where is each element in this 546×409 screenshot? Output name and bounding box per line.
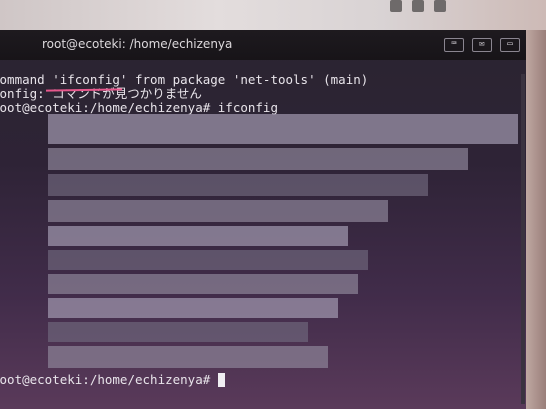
- window-title: root@ecoteki: /home/echizenya: [42, 37, 233, 51]
- mail-icon[interactable]: ✉: [472, 38, 492, 52]
- terminal-line: root@ecoteki:/home/echizenya# ifconfig: [0, 100, 278, 115]
- desk-object: [390, 0, 402, 12]
- laptop-screen: root@ecoteki: /home/echizenya ⌨ ✉ ▭ comm…: [0, 30, 526, 409]
- desk-object: [412, 0, 424, 12]
- keyboard-icon[interactable]: ⌨: [444, 38, 464, 52]
- battery-icon[interactable]: ▭: [500, 38, 520, 52]
- screen-bezel: [526, 30, 546, 409]
- terminal-titlebar[interactable]: root@ecoteki: /home/echizenya ⌨ ✉ ▭: [0, 30, 526, 60]
- terminal-line: command 'ifconfig' from package 'net-too…: [0, 72, 369, 87]
- desk-object: [434, 0, 446, 12]
- text-cursor: [218, 373, 225, 387]
- command-prompt[interactable]: root@ecoteki:/home/echizenya#: [0, 373, 218, 387]
- desk-objects: [390, 0, 450, 16]
- scrollbar[interactable]: [521, 74, 525, 404]
